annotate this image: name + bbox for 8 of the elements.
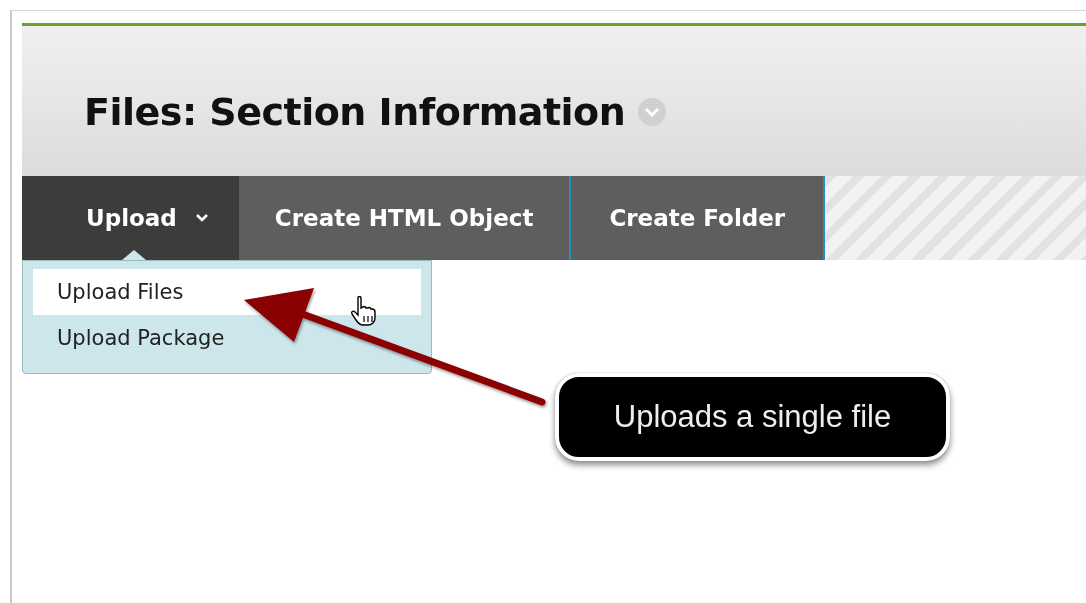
caret-icon[interactable] xyxy=(637,97,668,127)
page-title: Files: Section Information xyxy=(84,90,626,134)
toolbar-button[interactable]: Upload xyxy=(22,176,239,260)
toolbar-button[interactable]: Create HTML Object xyxy=(238,176,572,260)
hand-cursor-icon xyxy=(350,296,376,326)
caret-icon xyxy=(194,213,209,223)
menu-item[interactable]: Upload Package xyxy=(33,315,421,361)
toolbar-button[interactable]: Create Folder xyxy=(571,176,826,260)
